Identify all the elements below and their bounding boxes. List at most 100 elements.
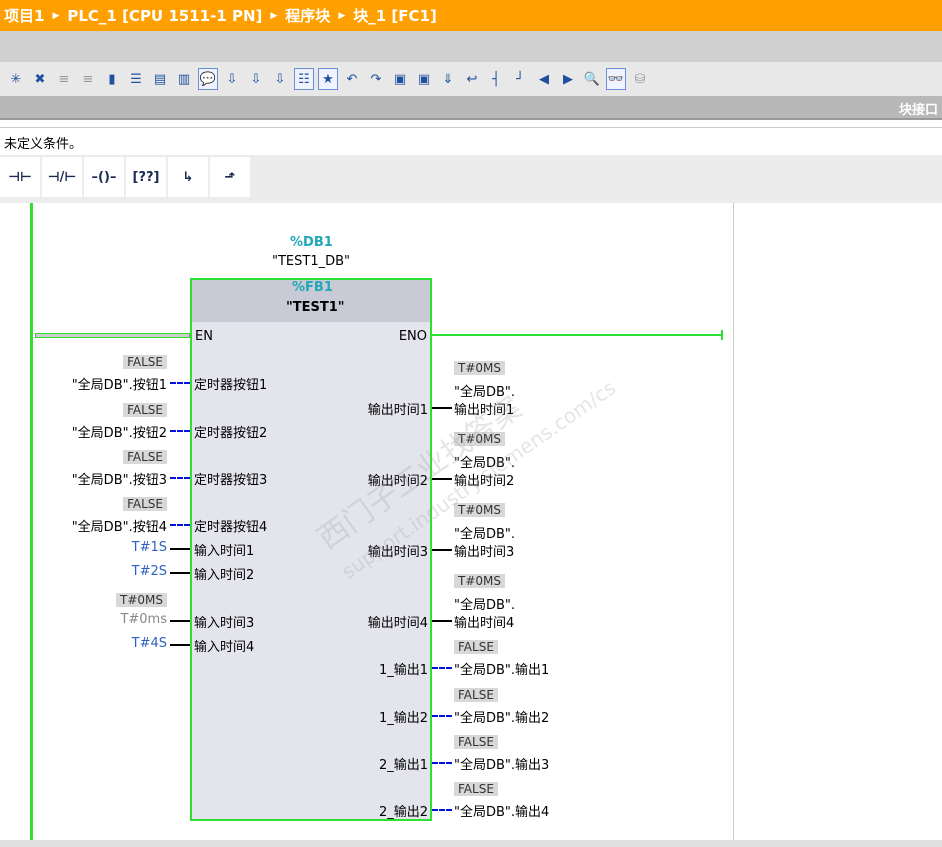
output-wire: [432, 762, 452, 764]
close-branch-icon: ⬏: [224, 169, 236, 185]
db-name[interactable]: "TEST1_DB": [272, 254, 350, 269]
output-operand-line2[interactable]: 输出时间1: [454, 399, 514, 418]
output-operand[interactable]: "全局DB".输出3: [454, 754, 549, 773]
input-pin-label[interactable]: 定时器按钮3: [194, 469, 267, 488]
output-operand[interactable]: "全局DB".输出1: [454, 659, 549, 678]
comment-icon[interactable]: 💬: [198, 68, 218, 90]
normally-closed-contact-button[interactable]: ⊣/⊢: [42, 157, 82, 197]
insert-row-icon[interactable]: ≡: [54, 68, 74, 90]
network-condition: 未定义条件。: [0, 127, 942, 155]
input-operand[interactable]: T#0ms: [120, 612, 167, 627]
list-icon[interactable]: ☷: [294, 68, 314, 90]
block-interface-label: 块接口: [898, 103, 938, 118]
next-icon[interactable]: ▶: [558, 68, 578, 90]
input-pin-label[interactable]: 输入时间2: [194, 564, 254, 583]
delete-network-icon[interactable]: ✖: [30, 68, 50, 90]
add-row-icon[interactable]: ≡: [78, 68, 98, 90]
search-icon[interactable]: 🔍: [582, 68, 602, 90]
input-operand[interactable]: "全局DB".按钮2: [72, 422, 167, 441]
insert-network-icon[interactable]: ✳: [6, 68, 26, 90]
pin-eno[interactable]: ENO: [399, 329, 427, 344]
open-branch-button[interactable]: ↳: [168, 157, 208, 197]
output-operand-line1[interactable]: "全局DB".: [454, 523, 515, 542]
output-pin-label[interactable]: 2_输出2: [379, 801, 428, 820]
monitor-block-icon[interactable]: ▣: [414, 68, 434, 90]
input-pin-label[interactable]: 输入时间1: [194, 540, 254, 559]
close-branch-button[interactable]: ⬏: [210, 157, 250, 197]
next-error-icon[interactable]: ↷: [366, 68, 386, 90]
coil-button[interactable]: –()–: [84, 157, 124, 197]
fb-address: %FB1: [292, 280, 333, 295]
branch-icon[interactable]: ┤: [486, 68, 506, 90]
input-wire: [170, 548, 190, 550]
monitoring-on-icon[interactable]: 👓: [606, 68, 626, 90]
monitor-icon[interactable]: ▣: [390, 68, 410, 90]
output-operand-line2[interactable]: 输出时间3: [454, 541, 514, 560]
breadcrumb-item[interactable]: 块_1 [FC1]: [353, 5, 437, 26]
network-download-icon[interactable]: ⇩: [270, 68, 290, 90]
close-branch-icon[interactable]: ┘: [510, 68, 530, 90]
input-wire: [170, 620, 190, 622]
fb-header: %FB1 "TEST1": [192, 280, 430, 322]
output-operand-line2[interactable]: 输出时间2: [454, 470, 514, 489]
close-all-icon[interactable]: ▥: [174, 68, 194, 90]
output-pin-label[interactable]: 2_输出1: [379, 754, 428, 773]
editor-toolbar: ✳ ✖ ≡ ≡ ▮ ☰ ▤ ▥ 💬 ⇩ ⇩ ⇩ ☷ ★ ↶ ↷ ▣ ▣ ⇓ ↩ ┤ ┘ ◀ ▶ 🔍 👓 ⛁: [0, 62, 942, 96]
output-pin-label[interactable]: 输出时间3: [368, 541, 428, 560]
output-operand-line1[interactable]: "全局DB".: [454, 594, 515, 613]
output-operand-line1[interactable]: "全局DB".: [454, 381, 515, 400]
input-operand[interactable]: T#4S: [132, 636, 167, 651]
favorites-download-icon[interactable]: ⇩: [222, 68, 242, 90]
output-pin-label[interactable]: 输出时间2: [368, 470, 428, 489]
open-all-icon[interactable]: ▤: [150, 68, 170, 90]
output-status-value: T#0MS: [454, 574, 505, 588]
jump-icon[interactable]: ↩: [462, 68, 482, 90]
input-wire: [170, 382, 190, 384]
normally-closed-contact-icon: ⊣/⊢: [47, 169, 77, 185]
input-status-value: T#0MS: [116, 593, 167, 607]
input-status-value: FALSE: [123, 450, 167, 464]
output-status-value: FALSE: [454, 782, 498, 796]
normally-open-contact-button[interactable]: ⊣⊢: [0, 157, 40, 197]
output-operand[interactable]: "全局DB".输出2: [454, 707, 549, 726]
empty-box-button[interactable]: [??]: [126, 157, 166, 197]
input-pin-label[interactable]: 定时器按钮1: [194, 374, 267, 393]
breadcrumb-item[interactable]: PLC_1 [CPU 1511-1 PN]: [67, 7, 262, 25]
output-operand[interactable]: "全局DB".输出4: [454, 801, 549, 820]
input-pin-label[interactable]: 定时器按钮2: [194, 422, 267, 441]
input-pin-label[interactable]: 输入时间3: [194, 612, 254, 631]
input-operand[interactable]: "全局DB".按钮4: [72, 516, 167, 535]
previous-icon[interactable]: ◀: [534, 68, 554, 90]
output-pin-label[interactable]: 1_输出2: [379, 707, 428, 726]
input-wire: [170, 477, 190, 479]
output-operand-line1[interactable]: "全局DB".: [454, 452, 515, 471]
output-pin-label[interactable]: 输出时间1: [368, 399, 428, 418]
breadcrumb-item[interactable]: 项目1: [4, 5, 44, 26]
block-interface-header[interactable]: 块接口: [0, 96, 942, 120]
input-pin-label[interactable]: 输入时间4: [194, 636, 254, 655]
input-operand[interactable]: "全局DB".按钮1: [72, 374, 167, 393]
output-operand-line2[interactable]: 输出时间4: [454, 612, 514, 631]
database-icon[interactable]: ⛁: [630, 68, 650, 90]
eno-end: [721, 330, 723, 340]
output-wire: [432, 407, 452, 409]
input-operand[interactable]: T#2S: [132, 564, 167, 579]
favorites-icon[interactable]: ★: [318, 68, 338, 90]
breadcrumb-separator-icon: ▶: [52, 10, 60, 21]
lad-favorites-bar: ⊣⊢ ⊣/⊢ –()– [??] ↳ ⬏: [0, 155, 942, 203]
input-operand[interactable]: T#1S: [132, 540, 167, 555]
instruction-download-icon[interactable]: ⇩: [246, 68, 266, 90]
pin-en[interactable]: EN: [195, 329, 213, 344]
go-to-error-icon[interactable]: ↶: [342, 68, 362, 90]
output-pin-label[interactable]: 输出时间4: [368, 612, 428, 631]
network-list-icon[interactable]: ☰: [126, 68, 146, 90]
breadcrumb-item[interactable]: 程序块: [285, 5, 330, 26]
input-operand[interactable]: "全局DB".按钮3: [72, 469, 167, 488]
block-absolute-icon[interactable]: ▮: [102, 68, 122, 90]
input-wire: [170, 572, 190, 574]
header-band: [0, 31, 942, 62]
open-branch-icon: ↳: [182, 169, 194, 185]
input-pin-label[interactable]: 定时器按钮4: [194, 516, 267, 535]
output-pin-label[interactable]: 1_输出1: [379, 659, 428, 678]
compile-icon[interactable]: ⇓: [438, 68, 458, 90]
